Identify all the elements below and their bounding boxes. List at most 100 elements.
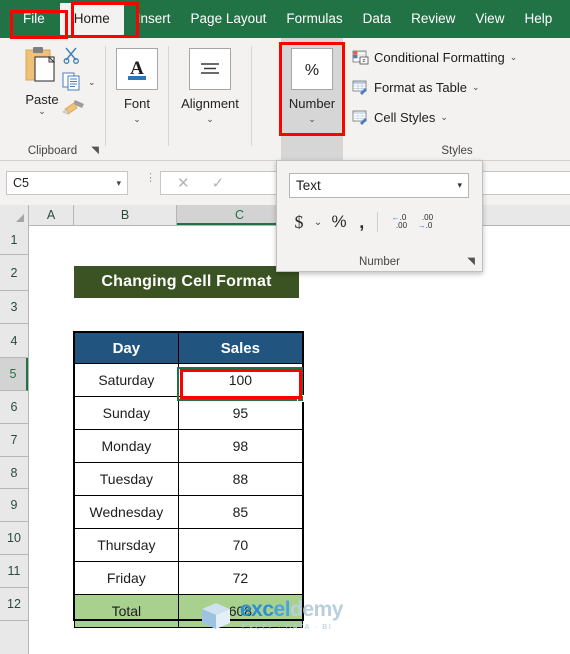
number-panel-group-label: Number bbox=[359, 256, 400, 268]
format-painter-button[interactable] bbox=[62, 98, 104, 124]
tab-page-layout[interactable]: Page Layout bbox=[182, 6, 276, 32]
table-row[interactable]: Saturday 100 bbox=[74, 363, 304, 397]
clipboard-dialog-launcher-icon[interactable]: ◥ bbox=[91, 145, 99, 156]
copy-chevron-icon[interactable]: ⌄ bbox=[88, 77, 96, 88]
cell-total-label: Total bbox=[74, 594, 179, 628]
font-a-icon: A bbox=[128, 58, 146, 80]
cell-sales: 98 bbox=[177, 429, 304, 463]
font-button-label: Font bbox=[123, 96, 150, 111]
cell-sales: 85 bbox=[177, 495, 304, 529]
row-headers: 1 2 3 4 5 6 7 8 9 10 11 12 bbox=[0, 225, 29, 654]
number-format-chevron-icon[interactable]: ▾ bbox=[457, 180, 462, 191]
tab-insert[interactable]: Insert bbox=[128, 6, 180, 32]
table-row[interactable]: Thursday 70 bbox=[74, 528, 304, 562]
select-all-triangle-icon bbox=[16, 214, 24, 222]
row-header-4[interactable]: 4 bbox=[0, 324, 28, 358]
alignment-button-label: Alignment bbox=[181, 96, 239, 111]
column-header-a[interactable]: A bbox=[29, 205, 74, 225]
divider bbox=[377, 212, 378, 232]
cell-styles-button[interactable]: Cell Styles ⌄ bbox=[352, 110, 448, 125]
header-day: Day bbox=[74, 332, 179, 364]
header-sales: Sales bbox=[177, 332, 304, 364]
row-header-2[interactable]: 2 bbox=[0, 255, 28, 291]
increase-decimal-button[interactable]: ←.0 .00 bbox=[386, 209, 412, 235]
enter-icon[interactable]: ✓ bbox=[212, 176, 225, 191]
number-format-button[interactable]: % bbox=[291, 48, 333, 90]
ribbon-group-styles: ≠ Conditional Formatting ⌄ Format as Tab… bbox=[344, 38, 570, 160]
cell-styles-chevron-icon[interactable]: ⌄ bbox=[440, 112, 448, 123]
row-header-5[interactable]: 5 bbox=[0, 358, 28, 391]
row-header-11[interactable]: 11 bbox=[0, 555, 28, 588]
font-chevron-icon[interactable]: ⌄ bbox=[106, 114, 168, 125]
cut-scissors-icon bbox=[63, 47, 79, 64]
cell-sales: 100 bbox=[177, 363, 304, 397]
conditional-formatting-chevron-icon[interactable]: ⌄ bbox=[510, 52, 518, 63]
table-row[interactable]: Wednesday 85 bbox=[74, 495, 304, 529]
clipboard-group-label: Clipboard bbox=[27, 145, 78, 157]
row-header-8[interactable]: 8 bbox=[0, 457, 28, 489]
cut-button[interactable] bbox=[62, 46, 104, 72]
row-header-12[interactable]: 12 bbox=[0, 588, 28, 621]
cell-sales: 95 bbox=[177, 396, 304, 430]
number-chevron-icon[interactable]: ⌄ bbox=[281, 114, 343, 125]
cell-day: Friday bbox=[74, 561, 179, 595]
cell-styles-icon bbox=[352, 110, 367, 125]
font-button[interactable]: A bbox=[116, 48, 158, 90]
ribbon-group-number: % Number ⌄ bbox=[281, 38, 343, 160]
number-dialog-launcher-icon[interactable]: ◥ bbox=[467, 256, 475, 267]
comma-style-button[interactable]: , bbox=[351, 209, 369, 235]
copy-button[interactable]: ⌄ bbox=[62, 72, 104, 98]
decrease-decimal-bottom: .0 bbox=[425, 221, 433, 230]
tab-home[interactable]: Home bbox=[59, 3, 124, 35]
number-format-dropdown-panel: Text ▾ $ ⌄ % , ←.0 .00 .00 →.0 Number ◥ bbox=[276, 160, 483, 272]
number-button-label: Number bbox=[288, 96, 336, 111]
decrease-decimal-button[interactable]: .00 →.0 bbox=[412, 209, 438, 235]
row-header-10[interactable]: 10 bbox=[0, 522, 28, 555]
alignment-chevron-icon[interactable]: ⌄ bbox=[169, 114, 251, 125]
format-as-table-button[interactable]: Format as Table ⌄ bbox=[352, 80, 480, 95]
tab-view[interactable]: View bbox=[466, 6, 513, 32]
number-format-combobox[interactable]: Text ▾ bbox=[289, 173, 469, 198]
table-row[interactable]: Sunday 95 bbox=[74, 396, 304, 430]
report-banner: Changing Cell Format bbox=[74, 266, 299, 298]
tab-data[interactable]: Data bbox=[354, 6, 401, 32]
accounting-format-button[interactable]: $ bbox=[289, 209, 309, 235]
group-divider bbox=[251, 46, 252, 146]
conditional-formatting-button[interactable]: ≠ Conditional Formatting ⌄ bbox=[352, 50, 517, 65]
row-header-6[interactable]: 6 bbox=[0, 391, 28, 424]
cell-day: Monday bbox=[74, 429, 179, 463]
format-painter-icon bbox=[62, 100, 84, 115]
column-header-b[interactable]: B bbox=[74, 205, 177, 225]
tab-file[interactable]: File bbox=[14, 6, 54, 32]
tab-help[interactable]: Help bbox=[515, 6, 561, 32]
name-box-chevron-icon[interactable]: ▾ bbox=[116, 178, 121, 189]
format-as-table-label: Format as Table bbox=[374, 80, 467, 95]
increase-decimal-bottom: .00 bbox=[395, 221, 408, 230]
tab-formulas[interactable]: Formulas bbox=[277, 6, 351, 32]
accounting-dropdown-chevron-icon[interactable]: ⌄ bbox=[309, 209, 327, 235]
row-header-7[interactable]: 7 bbox=[0, 424, 28, 457]
table-header-row: Day Sales bbox=[74, 332, 304, 364]
tab-review[interactable]: Review bbox=[402, 6, 464, 32]
svg-text:A: A bbox=[130, 58, 144, 79]
cell-styles-label: Cell Styles bbox=[374, 110, 436, 125]
ribbon-group-font: A Font ⌄ bbox=[106, 38, 168, 160]
ribbon-group-alignment: Alignment ⌄ bbox=[169, 38, 251, 160]
table-total-row[interactable]: Total 608 bbox=[74, 594, 304, 628]
formula-bar-grip-icon[interactable]: ⋮ bbox=[145, 173, 156, 184]
select-all-corner[interactable] bbox=[0, 205, 29, 225]
excel-window: File Home Insert Page Layout Formulas Da… bbox=[0, 0, 570, 654]
row-header-9[interactable]: 9 bbox=[0, 489, 28, 522]
name-box[interactable]: C5 ▾ bbox=[6, 171, 128, 195]
cell-total-value: 608 bbox=[177, 594, 304, 628]
row-header-3[interactable]: 3 bbox=[0, 291, 28, 324]
table-row[interactable]: Tuesday 88 bbox=[74, 462, 304, 496]
percent-style-button[interactable]: % bbox=[327, 209, 351, 235]
table-row[interactable]: Monday 98 bbox=[74, 429, 304, 463]
alignment-button[interactable] bbox=[189, 48, 231, 90]
table-row[interactable]: Friday 72 bbox=[74, 561, 304, 595]
cell-day: Saturday bbox=[74, 363, 179, 397]
format-as-table-chevron-icon[interactable]: ⌄ bbox=[472, 82, 480, 93]
cancel-icon[interactable]: ✕ bbox=[177, 176, 190, 191]
row-header-1[interactable]: 1 bbox=[0, 225, 28, 255]
